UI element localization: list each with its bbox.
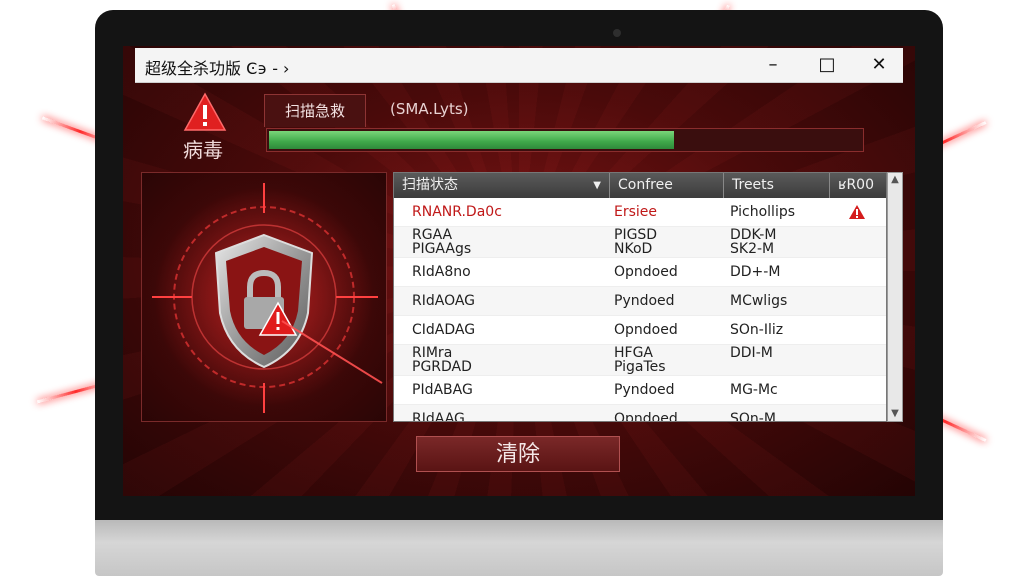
app-window: 超级全杀功版 Ͼ϶ - › – □ ✕ 病毒 扫描急救 (SMA.Lyts) 扫…: [135, 48, 903, 488]
table-cell: RIMra PGRDAD: [412, 345, 472, 375]
threat-table: 扫描状态 ▼ Confree Treets ʁR00 RNANR.Da0c Ers…: [393, 172, 887, 422]
table-cell: Opndoed: [614, 411, 678, 422]
table-cell: DDK-M SK2-M: [730, 227, 777, 257]
scroll-down-icon[interactable]: ▼: [888, 407, 902, 421]
table-cell: RIdAAG: [412, 411, 465, 422]
table-cell: RGAA PIGAAgs: [412, 227, 472, 257]
table-cell: PIGSD NKoD: [614, 227, 658, 257]
table-cell: Pichollips: [730, 204, 796, 220]
table-cell: MCwligs: [730, 293, 788, 309]
table-header: 扫描状态 ▼ Confree Treets ʁR00: [394, 173, 886, 198]
chevron-down-icon: ▼: [593, 180, 601, 191]
table-scrollbar[interactable]: ▲ ▼: [887, 172, 903, 422]
table-cell: Opndoed: [614, 322, 678, 338]
table-cell: Ersiee: [614, 204, 658, 220]
table-cell: Opndoed: [614, 264, 678, 280]
column-label: ʁR00: [838, 177, 874, 193]
column-label: 扫描状态: [402, 177, 458, 193]
scan-progress-fill: [269, 131, 675, 149]
minimize-button[interactable]: –: [753, 50, 793, 80]
table-row[interactable]: RIMra PGRDAD HFGA PigaTes DDI-M: [394, 345, 886, 376]
column-header-confree[interactable]: Confree: [610, 173, 724, 198]
table-row[interactable]: CIdADAG Opndoed SOn-Iliz: [394, 316, 886, 345]
column-label: Treets: [732, 177, 774, 193]
table-cell: PIdABAG: [412, 382, 473, 398]
monitor-chin: [95, 520, 943, 576]
table-cell: Pyndoed: [614, 382, 675, 398]
column-header-r00[interactable]: ʁR00: [830, 173, 886, 198]
table-cell: Pyndoed: [614, 293, 675, 309]
virus-label: 病毒: [183, 138, 223, 162]
table-cell: HFGA PigaTes: [614, 345, 666, 375]
table-row[interactable]: RNANR.Da0c Ersiee Pichollips: [394, 198, 886, 227]
table-row[interactable]: RIdAAG Opndoed SOn-M: [394, 405, 886, 422]
maximize-button[interactable]: □: [807, 50, 847, 80]
table-cell: RIdA8no: [412, 264, 471, 280]
column-header-treets[interactable]: Treets: [724, 173, 830, 198]
webcam: [613, 29, 621, 37]
table-row[interactable]: PIdABAG Pyndoed MG-Mc: [394, 376, 886, 405]
table-cell: MG-Mc: [730, 382, 778, 398]
column-header-scan-status[interactable]: 扫描状态 ▼: [394, 173, 610, 198]
table-body: RNANR.Da0c Ersiee Pichollips RGAA PIGAAgs PI…: [394, 198, 886, 422]
tab-status-label[interactable]: (SMA.Lyts): [390, 100, 469, 118]
table-cell: SOn-Iliz: [730, 322, 784, 338]
table-cell: DDI-M: [730, 345, 773, 361]
tab-emergency-scan[interactable]: 扫描急救: [264, 94, 366, 127]
table-row[interactable]: RGAA PIGAAgs PIGSD NKoD DDK-M SK2-M: [394, 227, 886, 258]
warning-icon: [183, 92, 227, 131]
column-label: Confree: [618, 177, 673, 193]
table-cell: RIdAOAG: [412, 293, 476, 309]
clear-button[interactable]: 清除: [416, 436, 620, 472]
table-cell: SOn-M: [730, 411, 776, 422]
scan-progress-bar: [266, 128, 864, 152]
window-title: 超级全杀功版 Ͼ϶ - ›: [145, 59, 290, 78]
shield-panel: [141, 172, 387, 422]
table-row[interactable]: RIdAOAG Pyndoed MCwligs: [394, 287, 886, 316]
table-cell: CIdADAG: [412, 322, 476, 338]
title-bar: 超级全杀功版 Ͼ϶ - › – □ ✕: [135, 48, 903, 83]
table-cell: DD+-M: [730, 264, 781, 280]
scroll-up-icon[interactable]: ▲: [888, 173, 902, 187]
close-button[interactable]: ✕: [859, 50, 899, 80]
shield-lock-illustration: [152, 183, 383, 413]
table-cell: RNANR.Da0c: [412, 204, 502, 220]
table-row[interactable]: RIdA8no Opndoed DD+-M: [394, 258, 886, 287]
warning-icon: [849, 205, 865, 219]
